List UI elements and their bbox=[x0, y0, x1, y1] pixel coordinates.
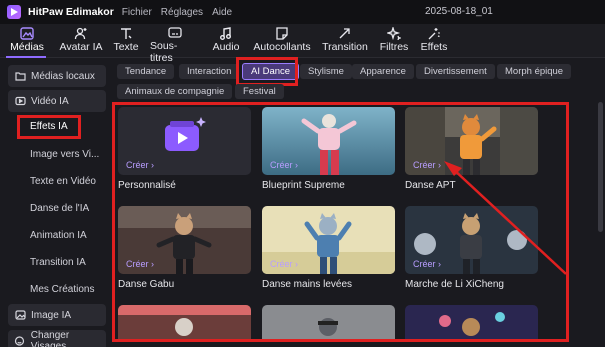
annotation-arrow bbox=[444, 161, 567, 275]
app-window: HitPaw Edimakor Fichier Réglages Aide 20… bbox=[0, 0, 605, 347]
